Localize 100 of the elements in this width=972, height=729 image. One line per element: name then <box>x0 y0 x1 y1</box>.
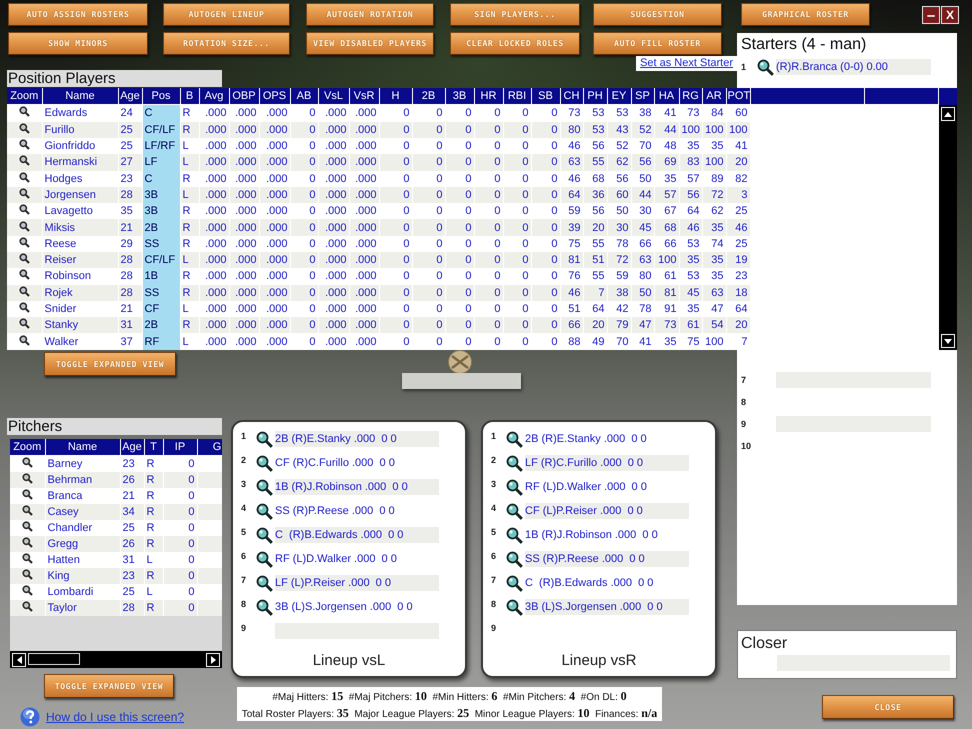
lineup-entry[interactable]: 1B (R)J.Robinson .000 0 0 <box>525 527 689 543</box>
magnifier-icon[interactable] <box>757 58 774 76</box>
magnifier-icon[interactable] <box>18 236 30 248</box>
magnifier-icon[interactable] <box>506 478 523 496</box>
lineup-entry[interactable]: 3B (L)S.Jorgensen .000 0 0 <box>525 599 689 615</box>
scrollbar[interactable] <box>938 105 956 350</box>
player-name[interactable]: Branca <box>45 488 120 504</box>
lineup-entry[interactable]: 3B (L)S.Jorgensen .000 0 0 <box>275 599 439 615</box>
lineup-entry[interactable]: LF (L)P.Reiser .000 0 0 <box>275 575 439 591</box>
column-header[interactable]: RG <box>679 88 702 105</box>
magnifier-icon[interactable] <box>18 253 30 264</box>
magnifier-icon[interactable] <box>18 139 30 150</box>
player-name[interactable]: Snider <box>42 300 118 318</box>
magnifier-icon[interactable] <box>256 574 273 592</box>
magnifier-icon[interactable] <box>506 598 523 616</box>
magnifier-icon[interactable] <box>22 489 33 500</box>
magnifier-icon[interactable] <box>18 269 30 280</box>
player-name[interactable]: Furillo <box>42 122 118 138</box>
player-name[interactable]: Barney <box>45 456 120 472</box>
magnifier-icon[interactable] <box>22 505 33 516</box>
magnifier-icon[interactable] <box>18 188 30 199</box>
magnifier-icon[interactable] <box>256 526 273 544</box>
column-header[interactable]: RBI <box>503 88 531 105</box>
column-header[interactable]: Zoom <box>7 88 42 105</box>
help-icon[interactable] <box>20 707 40 727</box>
column-header[interactable]: B <box>180 88 199 105</box>
magnifier-icon[interactable] <box>22 601 33 612</box>
lineup-entry[interactable]: C (R)B.Edwards .000 0 0 <box>275 527 439 543</box>
column-header[interactable]: 2B <box>412 88 445 105</box>
column-header[interactable]: Pos <box>142 88 180 105</box>
column-header[interactable]: HA <box>654 88 679 105</box>
column-header[interactable]: H <box>379 88 412 105</box>
magnifier-icon[interactable] <box>18 302 30 314</box>
magnifier-icon[interactable] <box>256 502 273 520</box>
column-header[interactable]: OBP <box>229 88 259 105</box>
set-starter-link[interactable]: Set as Next Starter <box>636 56 737 71</box>
player-name[interactable]: Hodges <box>42 170 118 187</box>
player-name[interactable]: Rojek <box>42 284 118 301</box>
player-name[interactable]: Reiser <box>42 252 118 268</box>
magnifier-icon[interactable] <box>22 585 33 596</box>
magnifier-icon[interactable] <box>18 172 30 183</box>
column-header[interactable]: 3B <box>445 88 474 105</box>
magnifier-icon[interactable] <box>506 454 523 472</box>
magnifier-icon[interactable] <box>506 526 523 544</box>
player-name[interactable]: Gregg <box>45 536 120 552</box>
magnifier-icon[interactable] <box>256 430 273 448</box>
magnifier-icon[interactable] <box>22 521 33 532</box>
magnifier-icon[interactable] <box>18 122 30 134</box>
lineup-entry[interactable]: RF (L)D.Walker .000 0 0 <box>525 479 689 495</box>
player-name[interactable]: King <box>45 568 120 584</box>
magnifier-icon[interactable] <box>22 537 33 548</box>
column-header[interactable]: Name <box>42 88 118 105</box>
column-header[interactable]: VsL <box>318 88 349 105</box>
player-name[interactable]: Robinson <box>42 268 118 285</box>
player-name[interactable]: Reese <box>42 236 118 252</box>
close-button[interactable]: X <box>941 6 959 24</box>
magnifier-icon[interactable] <box>256 550 273 568</box>
lineup-entry[interactable]: 1B (R)J.Robinson .000 0 0 <box>275 479 439 495</box>
column-header[interactable]: EY <box>607 88 631 105</box>
column-header[interactable]: SB <box>531 88 560 105</box>
column-header[interactable]: PH <box>583 88 607 105</box>
column-header[interactable]: T <box>144 439 163 456</box>
starter-entry[interactable]: (R)R.Branca (0-0) 0.00 <box>776 59 931 75</box>
player-name[interactable]: Miksis <box>42 219 118 236</box>
magnifier-icon[interactable] <box>18 106 30 118</box>
magnifier-icon[interactable] <box>256 478 273 496</box>
column-header[interactable]: Name <box>45 439 120 456</box>
column-header[interactable]: OPS <box>259 88 290 105</box>
column-header[interactable]: G <box>197 439 222 456</box>
lineup-entry[interactable]: 2B (R)E.Stanky .000 0 0 <box>525 431 689 447</box>
column-header[interactable]: CH <box>560 88 583 105</box>
player-name[interactable]: Walker <box>42 333 118 350</box>
magnifier-icon[interactable] <box>22 569 33 580</box>
lineup-entry[interactable]: CF (L)P.Reiser .000 0 0 <box>525 503 689 519</box>
magnifier-icon[interactable] <box>506 430 523 448</box>
magnifier-icon[interactable] <box>18 334 30 346</box>
column-header[interactable]: SP <box>631 88 654 105</box>
player-name[interactable]: Casey <box>45 504 120 520</box>
player-name[interactable]: Stanky <box>42 317 118 334</box>
lineup-entry[interactable]: C (R)B.Edwards .000 0 0 <box>525 575 689 591</box>
player-name[interactable]: Jorgensen <box>42 186 118 204</box>
magnifier-icon[interactable] <box>18 204 30 216</box>
lineup-entry[interactable]: LF (R)C.Furillo .000 0 0 <box>525 455 689 471</box>
column-header[interactable]: AR <box>702 88 726 105</box>
magnifier-icon[interactable] <box>22 553 33 564</box>
magnifier-icon[interactable] <box>22 457 33 468</box>
magnifier-icon[interactable] <box>506 550 523 568</box>
minimize-button[interactable]: – <box>922 6 940 24</box>
column-header[interactable]: HR <box>474 88 503 105</box>
column-header[interactable]: POT <box>726 88 750 105</box>
column-header[interactable]: VsR <box>349 88 379 105</box>
player-name[interactable]: Hatten <box>45 552 120 568</box>
lineup-entry[interactable]: SS (R)P.Reese .000 0 0 <box>275 503 439 519</box>
magnifier-icon[interactable] <box>18 286 30 297</box>
magnifier-icon[interactable] <box>18 318 30 330</box>
lineup-entry[interactable]: RF (L)D.Walker .000 0 0 <box>275 551 439 567</box>
scrollbar[interactable] <box>10 651 222 668</box>
lineup-entry[interactable]: CF (R)C.Furillo .000 0 0 <box>275 455 439 471</box>
magnifier-icon[interactable] <box>18 155 30 166</box>
player-name[interactable]: Taylor <box>45 600 120 616</box>
